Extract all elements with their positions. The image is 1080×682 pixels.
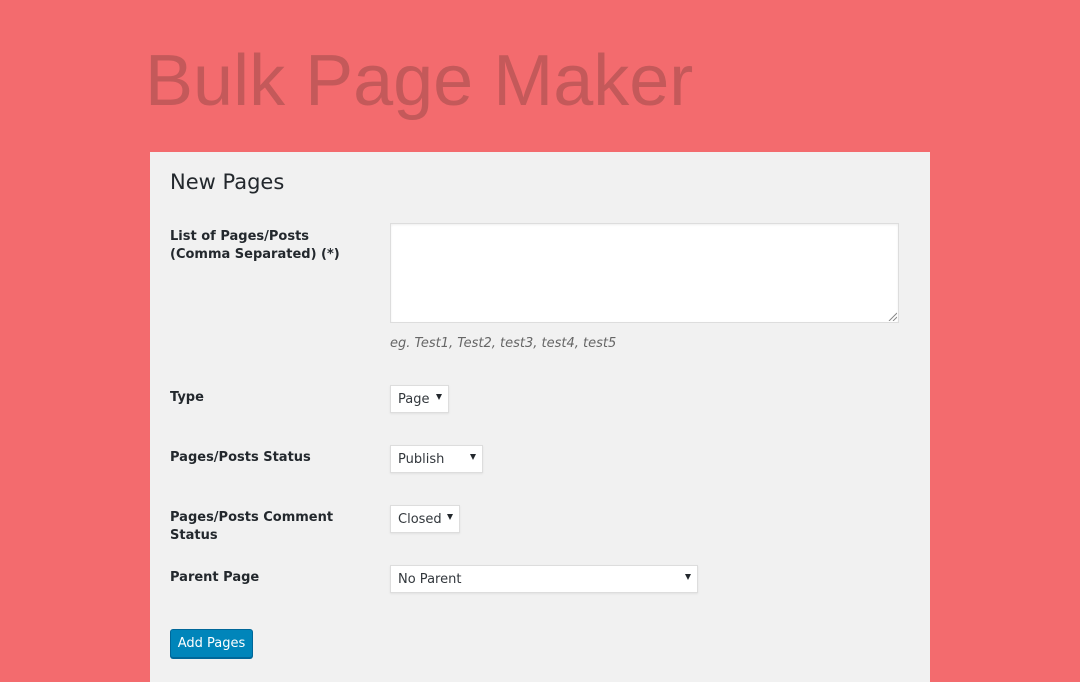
add-pages-button[interactable]: Add Pages <box>170 629 253 658</box>
comment-status-select[interactable]: Closed <box>390 505 460 533</box>
chevron-down-icon <box>436 394 442 400</box>
panel-heading: New Pages <box>170 170 285 194</box>
new-pages-panel: New Pages List of Pages/Posts (Comma Sep… <box>150 152 930 682</box>
parent-page-select[interactable]: No Parent <box>390 565 698 593</box>
resize-handle-icon[interactable] <box>888 312 897 321</box>
pages-list-hint: eg. Test1, Test2, test3, test4, test5 <box>390 336 617 351</box>
parent-page-label: Parent Page <box>170 570 260 585</box>
comment-status-select-value: Closed <box>398 512 442 527</box>
status-label: Pages/Posts Status <box>170 450 311 465</box>
pages-list-label-line2: (Comma Separated) (*) <box>170 247 340 262</box>
type-select-value: Page <box>398 392 430 407</box>
chevron-down-icon <box>685 574 691 580</box>
type-label: Type <box>170 390 204 405</box>
page-title: Bulk Page Maker <box>145 41 694 121</box>
comment-status-label: Pages/Posts Comment Status <box>170 510 334 543</box>
pages-list-label-line1: List of Pages/Posts <box>170 229 310 244</box>
pages-list-label: List of Pages/Posts (Comma Separated) (*… <box>170 228 370 264</box>
parent-page-select-value: No Parent <box>398 572 462 587</box>
chevron-down-icon <box>470 454 476 460</box>
pages-list-textarea[interactable] <box>390 223 899 323</box>
status-select-value: Publish <box>398 452 445 467</box>
chevron-down-icon <box>447 514 453 520</box>
status-select[interactable]: Publish <box>390 445 483 473</box>
type-select[interactable]: Page <box>390 385 449 413</box>
